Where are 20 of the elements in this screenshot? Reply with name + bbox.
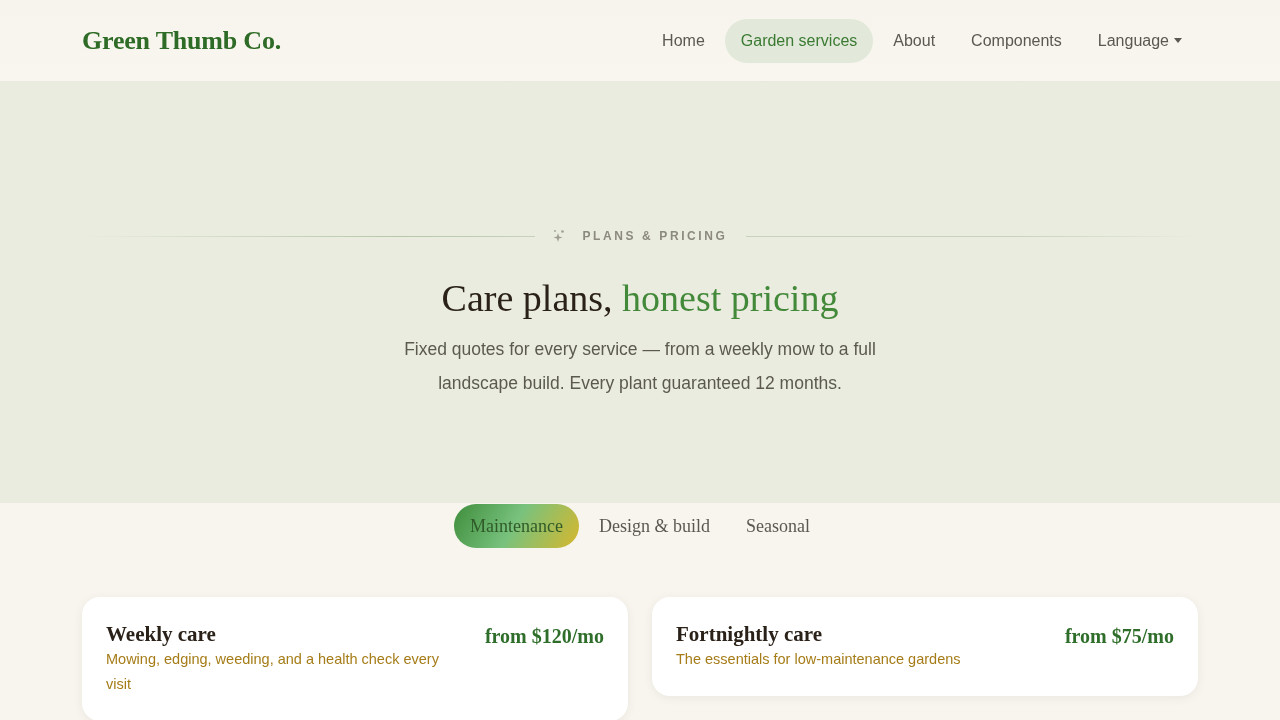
plan-price: from $120/mo <box>484 624 604 649</box>
caret-icon <box>1174 38 1182 43</box>
nav-link[interactable]: Garden services <box>724 18 874 63</box>
plan-name: Weekly care <box>106 621 217 647</box>
category-tab[interactable]: Design & build <box>583 504 726 548</box>
nav-link[interactable]: Components <box>955 18 1078 63</box>
category-tab[interactable]: Seasonal <box>730 504 826 548</box>
nav-link[interactable]: About <box>877 18 952 63</box>
plan-description: The essentials for low-maintenance gardens <box>676 650 961 669</box>
section-eyebrow: PLANS & PRICING <box>582 228 728 245</box>
plan-name: Fortnightly care <box>676 621 823 647</box>
category-tab[interactable]: Maintenance <box>454 504 579 548</box>
plan-price: from $75/mo <box>1064 624 1174 649</box>
hero-title: Care plans, honest pricing <box>440 276 840 320</box>
sparkle-icon <box>552 229 565 243</box>
language-dropdown[interactable]: Language <box>1081 18 1198 63</box>
brand-logo[interactable]: Green Thumb Co. <box>82 21 282 60</box>
nav-link[interactable]: Home <box>646 18 721 63</box>
plan-description: Mowing, edging, weeding, and a health check every visit <box>106 650 440 694</box>
hero-subtitle: Fixed quotes for every service — from a weekly mow to a full landscape build. Every plant guaranteed 12 months. <box>403 338 877 395</box>
